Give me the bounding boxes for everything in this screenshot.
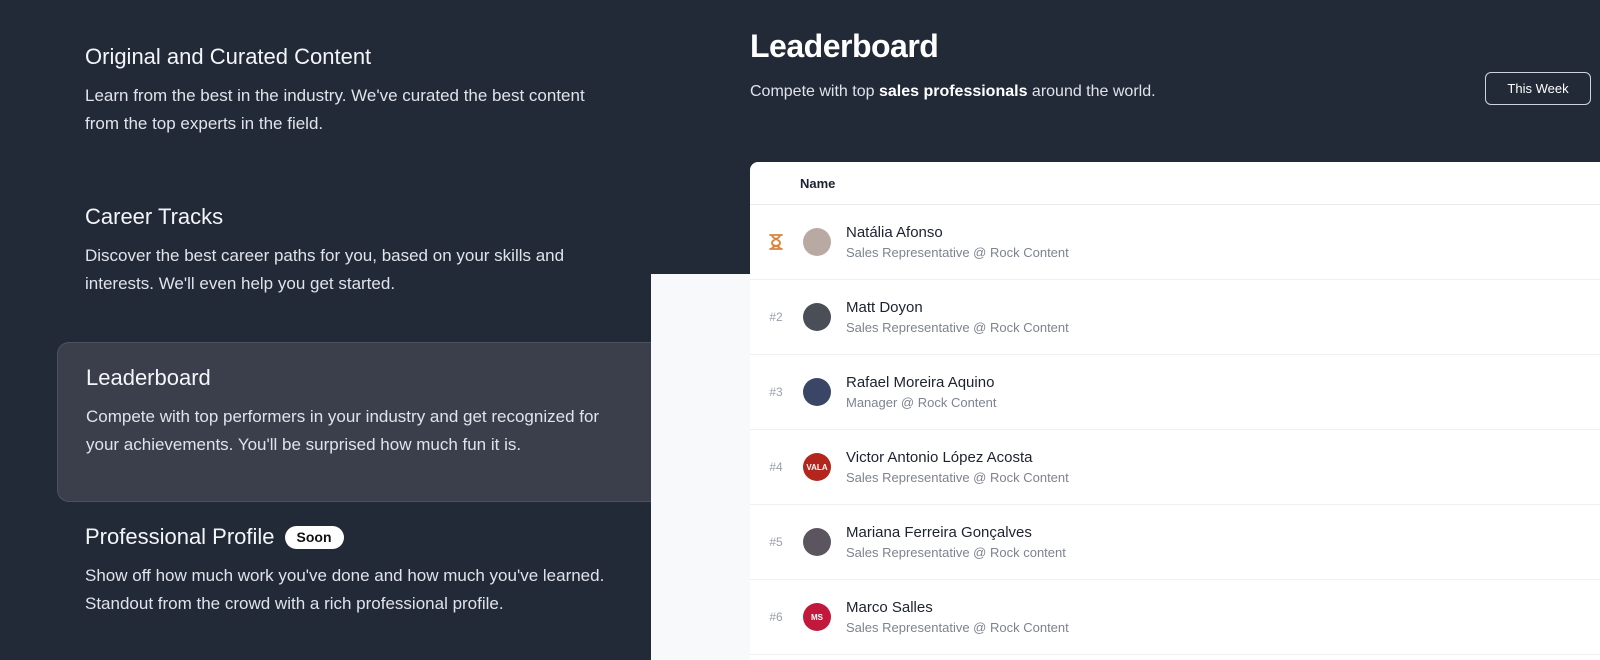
- feature-title: Career Tracks: [85, 204, 224, 229]
- subtitle-post: around the world.: [1027, 83, 1156, 100]
- feature-professional-profile[interactable]: Professional Profile Soon Show off how m…: [57, 502, 651, 660]
- person-name: Mariana Ferreira Gonçalves: [846, 524, 1032, 541]
- person-info: Matt Doyon Sales Representative @ Rock C…: [846, 299, 1069, 335]
- table-row[interactable]: Natália Afonso Sales Representative @ Ro…: [750, 205, 1600, 280]
- person-role: Sales Representative @ Rock Content: [846, 320, 1069, 335]
- person-name: Matt Doyon: [846, 299, 923, 316]
- leaderboard-table: Name Natália Afonso Sales Representative…: [750, 162, 1600, 660]
- person-name: Natália Afonso: [846, 224, 943, 241]
- rank-label: #6: [769, 610, 783, 624]
- avatar: [803, 378, 831, 406]
- person-name: Victor Antonio López Acosta: [846, 449, 1033, 466]
- period-select-button[interactable]: This Week: [1485, 72, 1591, 105]
- rank-label: #2: [769, 310, 783, 324]
- table-row[interactable]: #4 VALA Victor Antonio López Acosta Sale…: [750, 430, 1600, 505]
- feature-title: Leaderboard: [86, 365, 211, 390]
- leaderboard-subtitle: Compete with top sales professionals aro…: [750, 83, 1156, 101]
- person-info: Natália Afonso Sales Representative @ Ro…: [846, 224, 1069, 260]
- table-row[interactable]: #2 Matt Doyon Sales Representative @ Roc…: [750, 280, 1600, 355]
- person-role: Sales Representative @ Rock content: [846, 545, 1066, 560]
- avatar: VALA: [803, 453, 831, 481]
- feature-description: Discover the best career paths for you, …: [85, 246, 565, 293]
- leaderboard-title: Leaderboard: [750, 28, 939, 64]
- person-name: Marco Salles: [846, 599, 933, 616]
- person-info: Victor Antonio López Acosta Sales Repres…: [846, 449, 1069, 485]
- person-info: Marco Salles Sales Representative @ Rock…: [846, 599, 1069, 635]
- feature-description: Show off how much work you've done and h…: [85, 566, 605, 613]
- feature-description: Compete with top performers in your indu…: [86, 407, 600, 454]
- person-info: Mariana Ferreira Gonçalves Sales Represe…: [846, 524, 1066, 560]
- trophy-icon: [750, 233, 802, 251]
- table-header: Name: [750, 162, 1600, 205]
- person-role: Sales Representative @ Rock Content: [846, 620, 1069, 635]
- person-role: Sales Representative @ Rock Content: [846, 245, 1069, 260]
- avatar: MS: [803, 603, 831, 631]
- avatar: [803, 303, 831, 331]
- feature-list: Original and Curated Content Learn from …: [57, 22, 651, 660]
- soon-badge: Soon: [284, 525, 344, 549]
- feature-title-wrap: Professional Profile Soon: [85, 524, 623, 550]
- feature-career-tracks[interactable]: Career Tracks Discover the best career p…: [57, 182, 651, 342]
- table-row[interactable]: #5 Mariana Ferreira Gonçalves Sales Repr…: [750, 505, 1600, 580]
- rank-label: #3: [769, 385, 783, 399]
- person-name: Rafael Moreira Aquino: [846, 374, 995, 391]
- column-header-name[interactable]: Name: [800, 176, 835, 191]
- person-info: Rafael Moreira Aquino Manager @ Rock Con…: [846, 374, 997, 410]
- feature-title: Professional Profile: [85, 524, 275, 549]
- person-role: Sales Representative @ Rock Content: [846, 470, 1069, 485]
- rank-label: #5: [769, 535, 783, 549]
- avatar: [803, 528, 831, 556]
- table-row[interactable]: #3 Rafael Moreira Aquino Manager @ Rock …: [750, 355, 1600, 430]
- feature-title: Original and Curated Content: [85, 44, 372, 69]
- avatar: [803, 228, 831, 256]
- feature-original-content[interactable]: Original and Curated Content Learn from …: [57, 22, 651, 182]
- person-role: Manager @ Rock Content: [846, 395, 997, 410]
- rank-label: #4: [769, 460, 783, 474]
- subtitle-bold: sales professionals: [878, 83, 1028, 100]
- subtitle-pre: Compete with top: [750, 83, 879, 100]
- feature-leaderboard[interactable]: Leaderboard Compete with top performers …: [57, 342, 651, 502]
- table-row[interactable]: #6 MS Marco Salles Sales Representative …: [750, 580, 1600, 655]
- feature-description: Learn from the best in the industry. We'…: [85, 86, 585, 133]
